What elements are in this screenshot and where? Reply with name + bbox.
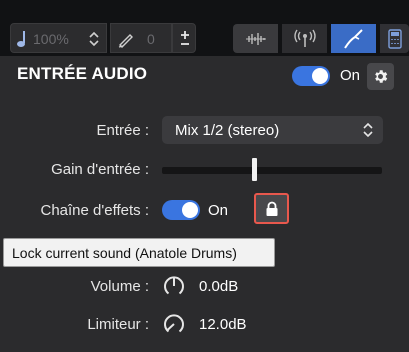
input-gain-slider[interactable] bbox=[162, 167, 382, 174]
note-icon bbox=[17, 31, 25, 47]
lock-sound-button[interactable] bbox=[254, 193, 289, 224]
input-gain-slider-thumb[interactable] bbox=[251, 158, 257, 181]
zoom-stepper[interactable]: 100% bbox=[10, 23, 107, 53]
volume-knob[interactable] bbox=[162, 274, 186, 298]
limiter-value: 12.0dB bbox=[199, 316, 247, 333]
waveform-icon bbox=[246, 33, 266, 45]
section-title: ENTRÉE AUDIO bbox=[17, 64, 148, 83]
calculator-icon bbox=[388, 29, 402, 49]
volume-label: Volume : bbox=[90, 278, 149, 295]
waveform-button[interactable] bbox=[233, 24, 278, 53]
input-select-value: Mix 1/2 (stereo) bbox=[175, 122, 280, 139]
plus-minus-button[interactable] bbox=[172, 23, 196, 53]
audio-input-on-label: On bbox=[340, 67, 361, 84]
effects-chain-on-label: On bbox=[208, 202, 229, 219]
wireless-icon bbox=[294, 29, 316, 47]
effects-chain-toggle[interactable] bbox=[162, 200, 200, 220]
pencil-icon bbox=[118, 34, 133, 48]
wireless-button[interactable] bbox=[282, 24, 327, 53]
up-down-chevron-icon[interactable] bbox=[87, 30, 101, 48]
up-down-chevron-icon bbox=[363, 122, 373, 138]
toggle-knob bbox=[312, 68, 328, 84]
volume-value: 0.0dB bbox=[199, 278, 239, 295]
input-gain-label: Gain d'entrée : bbox=[51, 161, 149, 178]
tooltip-text: Lock current sound (Anatole Drums) bbox=[12, 245, 237, 261]
pen-field[interactable]: 0 bbox=[110, 23, 172, 53]
audio-input-toggle[interactable] bbox=[292, 66, 330, 86]
pen-tool-icon bbox=[344, 29, 363, 49]
pen-tool-button[interactable] bbox=[331, 24, 376, 53]
effects-chain-label: Chaîne d'effets : bbox=[40, 202, 150, 219]
limiter-knob[interactable] bbox=[162, 312, 186, 336]
toggle-knob bbox=[182, 202, 198, 218]
settings-button[interactable] bbox=[367, 63, 394, 90]
limiter-label: Limiteur : bbox=[87, 316, 149, 333]
zoom-value: 100% bbox=[33, 31, 69, 47]
plus-minus-icon bbox=[181, 31, 189, 45]
lock-icon bbox=[266, 201, 278, 216]
calculator-button[interactable] bbox=[380, 24, 409, 53]
input-label: Entrée : bbox=[96, 122, 149, 139]
gear-icon bbox=[375, 70, 388, 83]
pen-value: 0 bbox=[147, 31, 155, 47]
